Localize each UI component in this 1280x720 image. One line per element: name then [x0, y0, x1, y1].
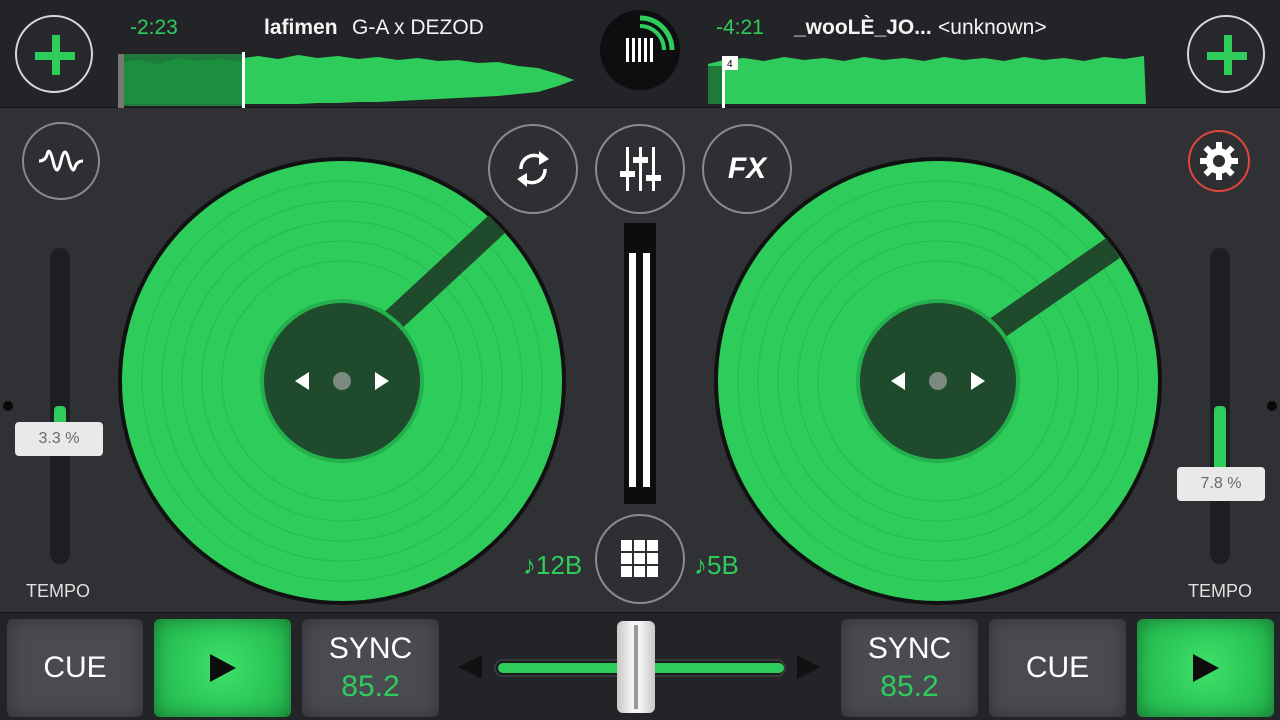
deck-a-tempo-slider[interactable] — [50, 248, 70, 564]
deck-a-time-remaining: -2:23 — [130, 16, 178, 39]
deck-a-bpm: 85.2 — [341, 670, 400, 703]
add-track-deck-b-button[interactable] — [1187, 15, 1265, 93]
vu-meter — [624, 223, 656, 504]
settings-gear-icon — [1200, 142, 1238, 180]
vu-bar-right — [643, 253, 650, 487]
deck-a-tempo-value[interactable]: 3.3 % — [15, 422, 103, 456]
crossfader-right-arrow-icon[interactable] — [797, 655, 821, 679]
deck-a-sync-label: SYNC — [328, 632, 413, 665]
deck-b-sync-label: SYNC — [867, 632, 952, 665]
deck-b-waveform[interactable]: 4 — [704, 52, 1150, 108]
equalizer-button[interactable] — [595, 124, 685, 214]
deck-a-platter[interactable] — [117, 156, 567, 606]
deck-a-key: ♪12B — [523, 550, 583, 580]
deck-b-sync-button[interactable]: SYNC 85.2 — [841, 619, 978, 717]
deck-a-title: G-A x DEZOD — [352, 16, 484, 39]
deck-b-artist: _wooLÈ_JO... — [794, 16, 932, 39]
deck-a-waveform[interactable] — [118, 52, 578, 108]
deck-a-cue-label: CUE — [43, 651, 107, 684]
waveform-view-button[interactable] — [22, 122, 100, 200]
deck-a-artist: lafimen — [264, 16, 338, 39]
deck-b-edge-dot — [1267, 401, 1277, 411]
deck-b-time-remaining: -4:21 — [716, 16, 764, 39]
deck-a-tempo-label: TEMPO — [26, 581, 91, 601]
deck-b-tempo-fill — [1214, 406, 1226, 474]
loop-button[interactable] — [488, 124, 578, 214]
equalizer-icon — [620, 147, 661, 191]
deck-b-title: <unknown> — [938, 16, 1047, 39]
app-logo-icon — [626, 15, 675, 62]
deck-b-tempo-label: TEMPO — [1188, 581, 1253, 601]
add-track-deck-a-button[interactable] — [15, 15, 93, 93]
spindle — [929, 372, 947, 390]
vu-bar-left — [629, 253, 636, 487]
waveform-view-icon — [38, 149, 84, 172]
loop-icon — [517, 151, 549, 187]
crossfader-knob[interactable] — [617, 621, 655, 713]
deck-b-tempo-value[interactable]: 7.8 % — [1177, 467, 1265, 501]
top-bar: -2:23 lafimen G-A x DEZOD -4:21 _wooLÈ_J… — [0, 0, 1280, 108]
bottom-bar: CUE SYNC 85.2 SYNC 85.2 CUE — [0, 612, 1280, 720]
spindle — [333, 372, 351, 390]
deck-b-platter[interactable] — [713, 156, 1163, 606]
deck-a-cue-button[interactable]: CUE — [7, 619, 143, 717]
deck-a-edge-dot — [3, 401, 13, 411]
deck-b-play-button[interactable] — [1137, 619, 1274, 717]
deck-b-tempo-slider[interactable] — [1210, 248, 1230, 564]
deck-a-sync-button[interactable]: SYNC 85.2 — [302, 619, 439, 717]
sampler-grid-icon — [621, 540, 658, 577]
app-logo[interactable] — [600, 10, 680, 90]
play-icon — [209, 654, 236, 682]
deck-b-cue-label: CUE — [1025, 651, 1090, 684]
deck-a-play-button[interactable] — [154, 619, 291, 717]
deck-b-cue-marker: 4 — [727, 59, 733, 70]
sampler-button[interactable] — [595, 514, 685, 604]
crossfader-left-arrow-icon[interactable] — [458, 655, 482, 679]
deck-b-cue-button[interactable]: CUE — [989, 619, 1126, 717]
play-icon — [1192, 654, 1219, 682]
settings-button[interactable] — [1188, 130, 1250, 192]
dj-app: -2:23 lafimen G-A x DEZOD -4:21 _wooLÈ_J… — [0, 0, 1280, 720]
deck-b-bpm: 85.2 — [880, 670, 939, 703]
